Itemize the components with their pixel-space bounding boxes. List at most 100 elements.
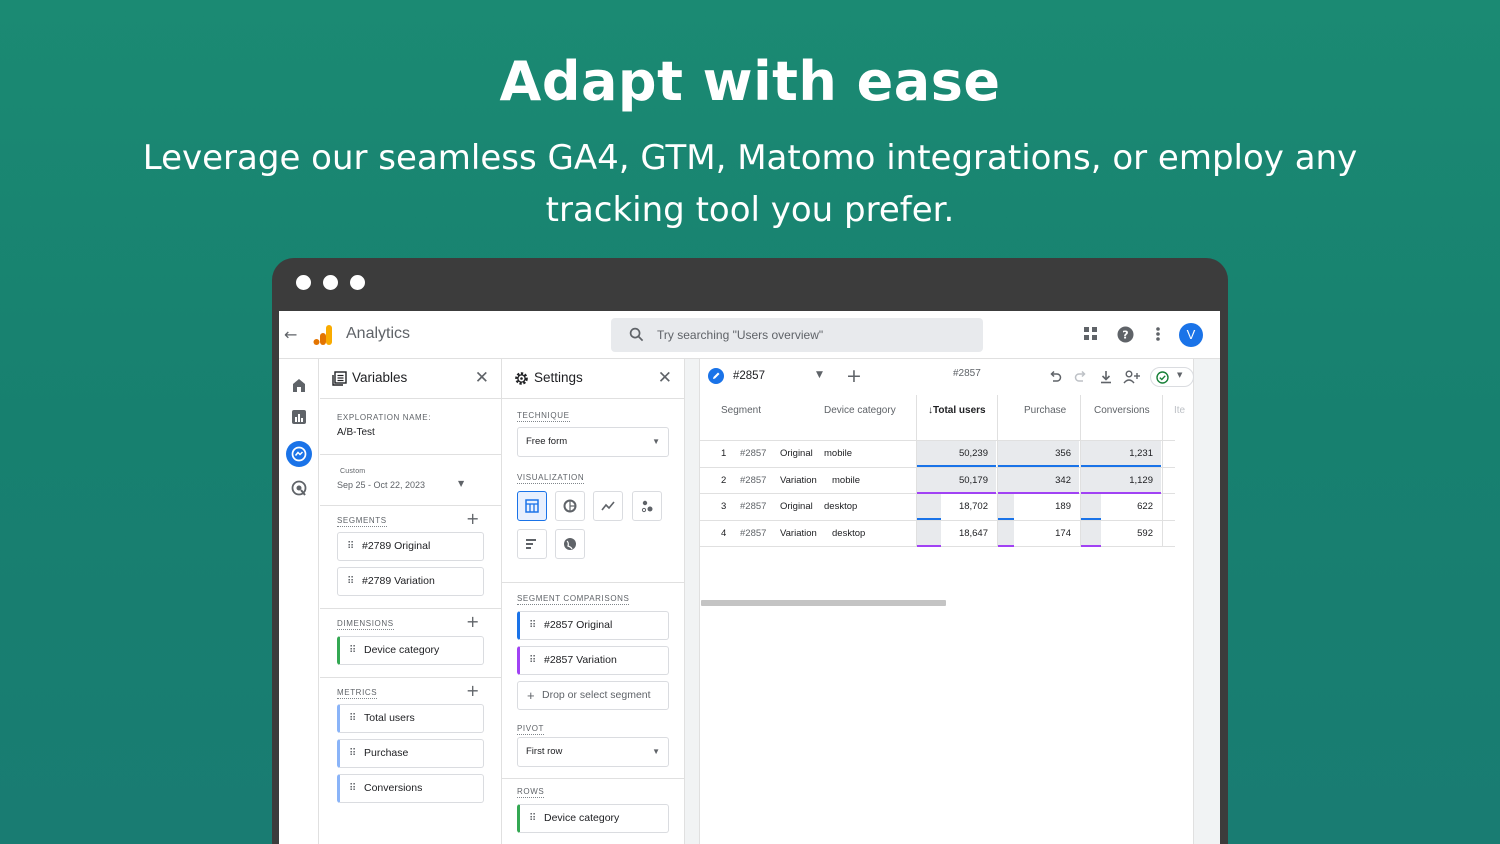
column-header-total-users[interactable]: ↓Total users bbox=[928, 405, 986, 416]
row-segment: #2857 bbox=[740, 475, 767, 486]
metric-chip-label: Total users bbox=[364, 712, 415, 724]
more-vert-icon[interactable] bbox=[1155, 326, 1161, 342]
window-dot-close[interactable] bbox=[296, 275, 311, 290]
drag-handle-icon[interactable]: ⠿ bbox=[349, 637, 356, 664]
line-chart-icon bbox=[601, 501, 615, 511]
viz-line-button[interactable] bbox=[593, 491, 623, 521]
column-header-items[interactable]: Ite bbox=[1174, 405, 1188, 416]
drag-handle-icon[interactable]: ⠿ bbox=[347, 568, 354, 595]
metric-chip[interactable]: ⠿ Conversions bbox=[337, 774, 484, 803]
share-user-icon[interactable] bbox=[1123, 370, 1141, 384]
technique-select[interactable]: Free form ▼ bbox=[517, 427, 669, 457]
row-index: 3 bbox=[721, 501, 727, 512]
segment-chip[interactable]: ⠿ #2789 Original bbox=[337, 532, 484, 561]
advertising-icon[interactable] bbox=[287, 476, 311, 500]
date-dropdown-icon[interactable]: ▼ bbox=[458, 479, 464, 488]
close-icon[interactable]: ✕ bbox=[475, 368, 489, 388]
row-conversions: 1,231 bbox=[1129, 448, 1153, 459]
row-chip-label: Device category bbox=[544, 812, 620, 824]
home-icon[interactable] bbox=[287, 373, 311, 397]
segments-label: SEGMENTS bbox=[337, 516, 387, 527]
row-device-category: mobile bbox=[832, 475, 860, 486]
redo-icon[interactable] bbox=[1074, 370, 1088, 384]
tab-2857[interactable]: #2857 ▼ bbox=[700, 359, 835, 393]
viz-bar-button[interactable] bbox=[517, 529, 547, 559]
avatar[interactable]: V bbox=[1179, 323, 1203, 347]
drag-handle-icon[interactable]: ⠿ bbox=[529, 612, 536, 639]
segment-comparison-chip[interactable]: ⠿ #2857 Variation bbox=[517, 646, 669, 675]
metric-chip[interactable]: ⠿ Total users bbox=[337, 704, 484, 733]
help-icon[interactable]: ? bbox=[1117, 326, 1134, 343]
drag-handle-icon[interactable]: ⠿ bbox=[349, 740, 356, 767]
row-variant: Variation bbox=[780, 475, 817, 486]
segment-comparisons-label: SEGMENT COMPARISONS bbox=[517, 594, 630, 605]
drop-segment-target[interactable]: + Drop or select segment bbox=[517, 681, 669, 710]
drag-handle-icon[interactable]: ⠿ bbox=[347, 533, 354, 560]
edit-pencil-icon bbox=[708, 368, 724, 384]
column-header-conversions[interactable]: Conversions bbox=[1094, 405, 1150, 416]
bar-chart-icon bbox=[526, 539, 536, 549]
exploration-name-label: EXPLORATION NAME: bbox=[337, 413, 432, 422]
add-dimension-icon[interactable]: + bbox=[466, 612, 479, 631]
left-nav-rail bbox=[279, 359, 319, 844]
row-conversions: 1,129 bbox=[1129, 475, 1153, 486]
viz-table-button[interactable] bbox=[517, 491, 547, 521]
explore-icon[interactable] bbox=[287, 442, 311, 466]
column-header-device-category[interactable]: Device category bbox=[824, 405, 896, 416]
rows-label: ROWS bbox=[517, 787, 545, 798]
row-purchase: 174 bbox=[1055, 528, 1071, 539]
pivot-value: First row bbox=[526, 746, 563, 757]
metric-chip[interactable]: ⠿ Purchase bbox=[337, 739, 484, 768]
row-device-category: desktop bbox=[824, 501, 858, 512]
download-icon[interactable] bbox=[1099, 370, 1113, 384]
segment-comparison-chip[interactable]: ⠿ #2857 Original bbox=[517, 611, 669, 640]
back-arrow-icon[interactable]: ← bbox=[284, 325, 297, 344]
drag-handle-icon[interactable]: ⠿ bbox=[349, 775, 356, 802]
window-dot-minimize[interactable] bbox=[323, 275, 338, 290]
apps-grid-icon[interactable] bbox=[1083, 326, 1099, 342]
pivot-select[interactable]: First row ▼ bbox=[517, 737, 669, 767]
row-variant: Original bbox=[780, 448, 813, 459]
table-icon bbox=[525, 499, 539, 513]
add-metric-icon[interactable]: + bbox=[466, 681, 479, 700]
row-conversions: 592 bbox=[1137, 528, 1153, 539]
dimension-chip[interactable]: ⠿ Device category bbox=[337, 636, 484, 665]
row-segment: #2857 bbox=[740, 528, 767, 539]
search-input[interactable] bbox=[657, 318, 957, 352]
settings-title: Settings bbox=[534, 370, 583, 385]
drag-handle-icon[interactable]: ⠿ bbox=[529, 805, 536, 832]
app-title: Analytics bbox=[346, 325, 411, 342]
undo-icon[interactable] bbox=[1048, 370, 1062, 384]
row-value-underline bbox=[998, 465, 1079, 467]
status-dropdown-icon: ▼ bbox=[1177, 371, 1183, 379]
variables-title: Variables bbox=[352, 370, 408, 385]
column-header-purchase[interactable]: Purchase bbox=[1024, 405, 1066, 416]
row-value-underline bbox=[1081, 465, 1161, 467]
add-tab-button[interactable]: + bbox=[846, 365, 862, 387]
search-bar[interactable] bbox=[611, 318, 983, 352]
column-header-segment[interactable]: Segment bbox=[721, 405, 761, 416]
close-icon[interactable]: ✕ bbox=[658, 368, 672, 388]
viz-geo-button[interactable] bbox=[555, 529, 585, 559]
tab-dropdown-icon[interactable]: ▼ bbox=[816, 370, 823, 380]
viz-donut-button[interactable] bbox=[555, 491, 585, 521]
date-range-value[interactable]: Sep 25 - Oct 22, 2023 bbox=[337, 480, 425, 490]
status-pill[interactable]: ▼ bbox=[1150, 367, 1194, 387]
segment-chip[interactable]: ⠿ #2789 Variation bbox=[337, 567, 484, 596]
viz-scatter-button[interactable] bbox=[632, 491, 662, 521]
row-chip[interactable]: ⠿ Device category bbox=[517, 804, 669, 833]
donut-chart-icon bbox=[563, 499, 577, 513]
globe-icon bbox=[564, 538, 576, 550]
drag-handle-icon[interactable]: ⠿ bbox=[349, 705, 356, 732]
reports-icon[interactable] bbox=[287, 405, 311, 429]
hero-subtitle: Leverage our seamless GA4, GTM, Matomo i… bbox=[142, 138, 1358, 230]
exploration-name-value[interactable]: A/B-Test bbox=[337, 427, 375, 438]
segment-chip-label: #2789 Original bbox=[362, 540, 431, 552]
row-total-users: 18,702 bbox=[958, 501, 988, 512]
drag-handle-icon[interactable]: ⠿ bbox=[529, 647, 536, 674]
column-header-label: Total users bbox=[933, 405, 986, 416]
add-icon: + bbox=[527, 688, 535, 703]
horizontal-scrollbar[interactable] bbox=[701, 600, 946, 606]
window-dot-maximize[interactable] bbox=[350, 275, 365, 290]
add-segment-icon[interactable]: + bbox=[466, 509, 479, 528]
